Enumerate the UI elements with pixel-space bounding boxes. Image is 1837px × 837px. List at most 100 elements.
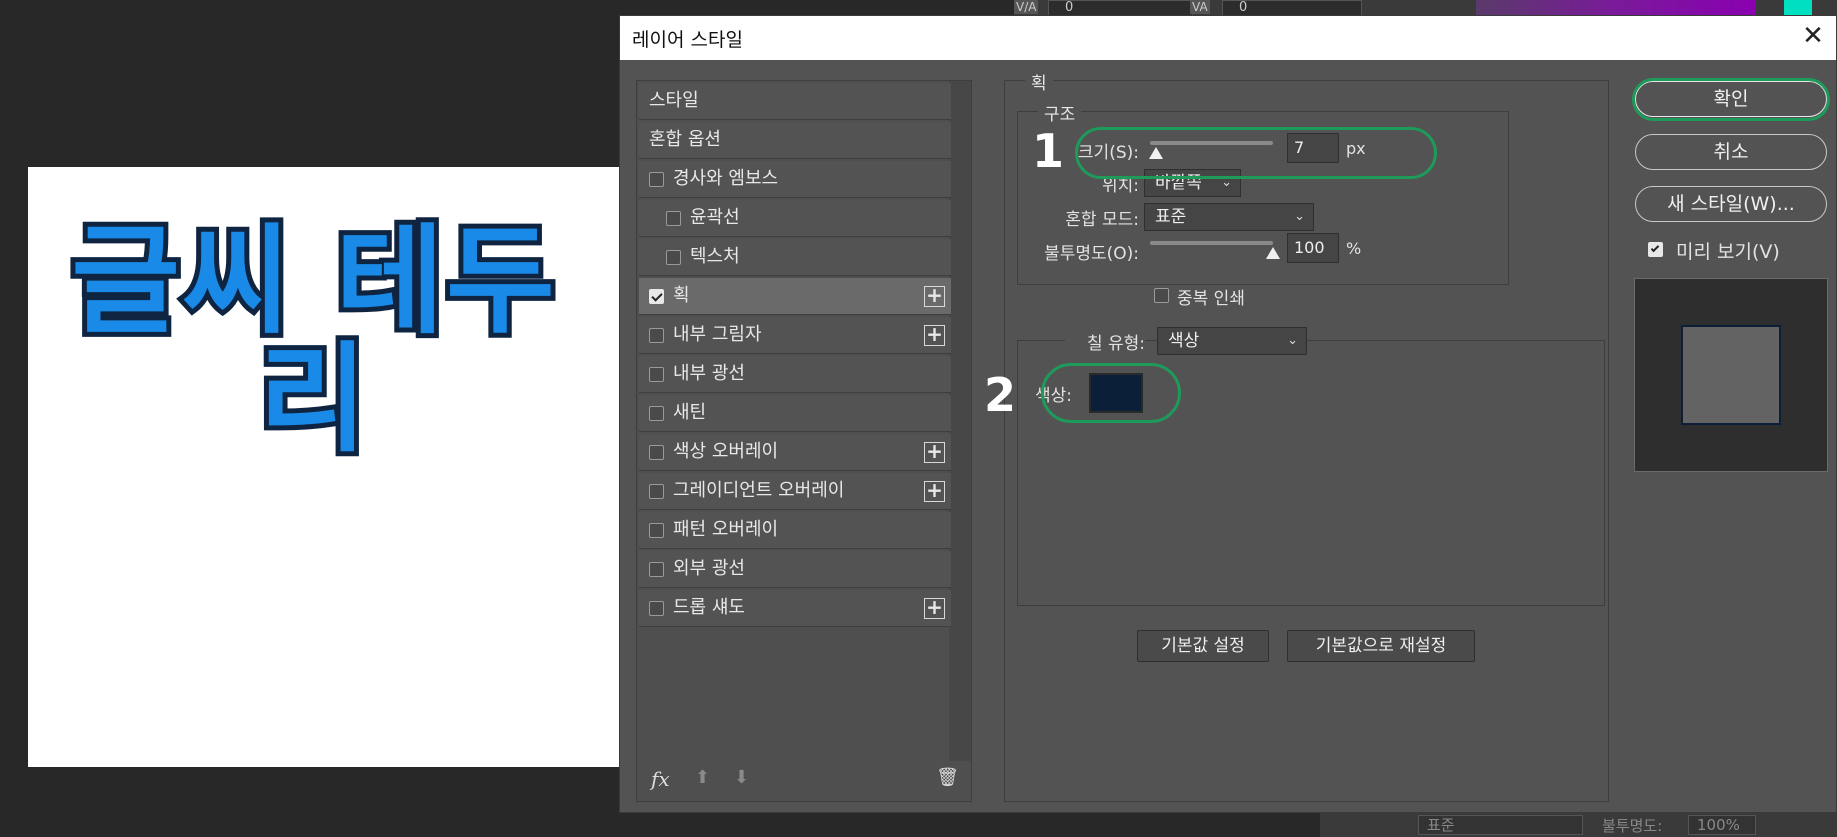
style-checkbox[interactable] [649,601,664,616]
preview-label: 미리 보기(V) [1676,241,1780,263]
color-swatch-cyan [1784,0,1812,16]
style-row[interactable]: 경사와 엠보스 [639,161,951,198]
overprint-checkbox[interactable] [1154,288,1169,303]
style-list-scrollbar[interactable] [949,81,971,761]
style-row-label: 스타일 [649,90,699,111]
style-row-label: 패턴 오버레이 [673,519,779,540]
style-checkbox[interactable] [649,562,664,577]
style-row-label: 텍스처 [690,246,740,267]
opacity-label-bg: 불투명도: [1602,817,1663,835]
opacity-label: 불투명도(O): [1044,244,1139,264]
opacity-input[interactable]: 100 [1287,233,1339,263]
photoshop-workspace: V/A 0 VA 0 글씨 테두리 표준 불투명도: 100% 레이어 스타일 … [0,0,1837,837]
style-row[interactable]: 텍스처 [639,239,951,276]
style-row[interactable]: 혼합 옵션 [639,122,951,159]
style-row[interactable]: 윤곽선 [639,200,951,237]
layer-style-dialog: 레이어 스타일 ✕ 스타일 혼합 옵션 경사와 엠보스 윤곽선 텍스처 획 + 내부 그림자 +… [619,15,1837,813]
stroke-section-title: 획 [1025,69,1053,94]
style-list-footer: fx ⬆ ⬇ 🗑 [637,757,971,801]
style-row-label: 획 [673,285,690,306]
close-icon[interactable]: ✕ [1798,22,1828,52]
fx-icon[interactable]: fx [651,767,670,791]
style-row-label: 색상 오버레이 [673,441,779,462]
add-effect-icon[interactable]: + [924,285,945,307]
chevron-down-icon: ⌄ [1294,209,1305,224]
arrow-down-icon[interactable]: ⬇ [734,767,749,788]
opacity-slider-track[interactable] [1150,241,1273,245]
annotation-number-1: 1 [1032,124,1065,178]
trash-icon[interactable]: 🗑 [936,767,959,788]
arrow-up-icon[interactable]: ⬆ [695,767,710,788]
preview-thumbnail [1634,278,1828,472]
size-highlight [1075,127,1437,179]
kerning-icon: VA [1190,0,1210,14]
opacity-field-bg[interactable]: 100% [1688,815,1756,835]
dialog-title: 레이어 스타일 [632,29,743,51]
style-row-label: 새틴 [673,402,707,423]
style-row[interactable]: 패턴 오버레이 [639,512,951,549]
color-highlight [1041,363,1181,423]
style-row-label: 드롭 섀도 [673,597,745,618]
blend-mode-value: 표준 [1155,207,1187,227]
add-effect-icon[interactable]: + [924,441,945,463]
canvas-text: 글씨 테두리 [66,212,559,468]
style-checkbox[interactable] [649,367,664,382]
preview-square [1681,325,1781,425]
overprint-label: 중복 인쇄 [1177,289,1245,309]
color-gradient [1476,0,1756,16]
style-row-label: 경사와 엠보스 [673,168,779,189]
annotation-number-2: 2 [984,368,1017,422]
kerning-field[interactable]: 0 [1222,0,1362,16]
fill-type-value: 색상 [1168,331,1200,351]
dialog-titlebar: 레이어 스타일 ✕ [620,16,1836,60]
stroke-panel: 획 구조 크기(S): 7 px 위치: 바깥쪽 ⌄ 혼합 모드: 표준 ⌄ 불… [1004,69,1609,802]
add-effect-icon[interactable]: + [924,480,945,502]
blend-mode-label: 혼합 모드: [1065,210,1139,230]
style-checkbox[interactable] [649,445,664,460]
style-row[interactable]: 그레이디언트 오버레이 + [639,473,951,510]
fill-type-label: 칠 유형: [1065,329,1145,354]
style-row-label: 외부 광선 [673,558,745,579]
cancel-button[interactable]: 취소 [1635,134,1827,170]
style-checkbox[interactable] [649,406,664,421]
style-row-label: 내부 그림자 [673,324,762,345]
style-list: 스타일 혼합 옵션 경사와 엠보스 윤곽선 텍스처 획 + 내부 그림자 + 내부 광선 새틴 색상 … [636,80,972,802]
tracking-icon: V/A [1014,0,1039,14]
add-effect-icon[interactable]: + [924,324,945,346]
style-row[interactable]: 획 + [639,278,951,315]
style-row[interactable]: 외부 광선 [639,551,951,588]
new-style-button[interactable]: 새 스타일(W)... [1635,186,1827,222]
style-row[interactable]: 내부 광선 [639,356,951,393]
layers-panel-strip: 표준 불투명도: 100% [1320,812,1837,837]
style-checkbox[interactable] [649,523,664,538]
style-row-label: 그레이디언트 오버레이 [673,480,845,501]
style-row-label: 윤곽선 [690,207,740,228]
style-row[interactable]: 스타일 [639,83,951,120]
opacity-unit: % [1346,239,1362,258]
ok-highlight [1632,78,1830,121]
checkmark-icon [1650,243,1660,253]
opacity-slider-thumb[interactable] [1266,247,1280,259]
fill-type-dropdown[interactable]: 색상 ⌄ [1157,327,1307,355]
add-effect-icon[interactable]: + [924,597,945,619]
style-checkbox[interactable] [649,172,664,187]
style-row[interactable]: 색상 오버레이 + [639,434,951,471]
make-default-button[interactable]: 기본값 설정 [1137,630,1269,662]
style-row[interactable]: 새틴 [639,395,951,432]
style-row[interactable]: 내부 그림자 + [639,317,951,354]
style-checkbox[interactable] [649,484,664,499]
blend-mode-bg[interactable]: 표준 [1418,815,1583,835]
preview-checkbox[interactable] [1648,242,1663,257]
structure-title: 구조 [1038,100,1082,125]
style-row[interactable]: 드롭 섀도 + [639,590,951,627]
blend-mode-dropdown[interactable]: 표준 ⌄ [1144,203,1314,231]
style-row-label: 혼합 옵션 [649,129,721,150]
style-checkbox[interactable] [666,211,681,226]
reset-default-button[interactable]: 기본값으로 재설정 [1287,630,1475,662]
tracking-field[interactable]: 0 [1048,0,1193,16]
style-checkbox[interactable] [649,328,664,343]
chevron-down-icon: ⌄ [1287,333,1298,348]
style-checkbox[interactable] [666,250,681,265]
style-checkbox[interactable] [649,289,664,304]
style-row-label: 내부 광선 [673,363,745,384]
